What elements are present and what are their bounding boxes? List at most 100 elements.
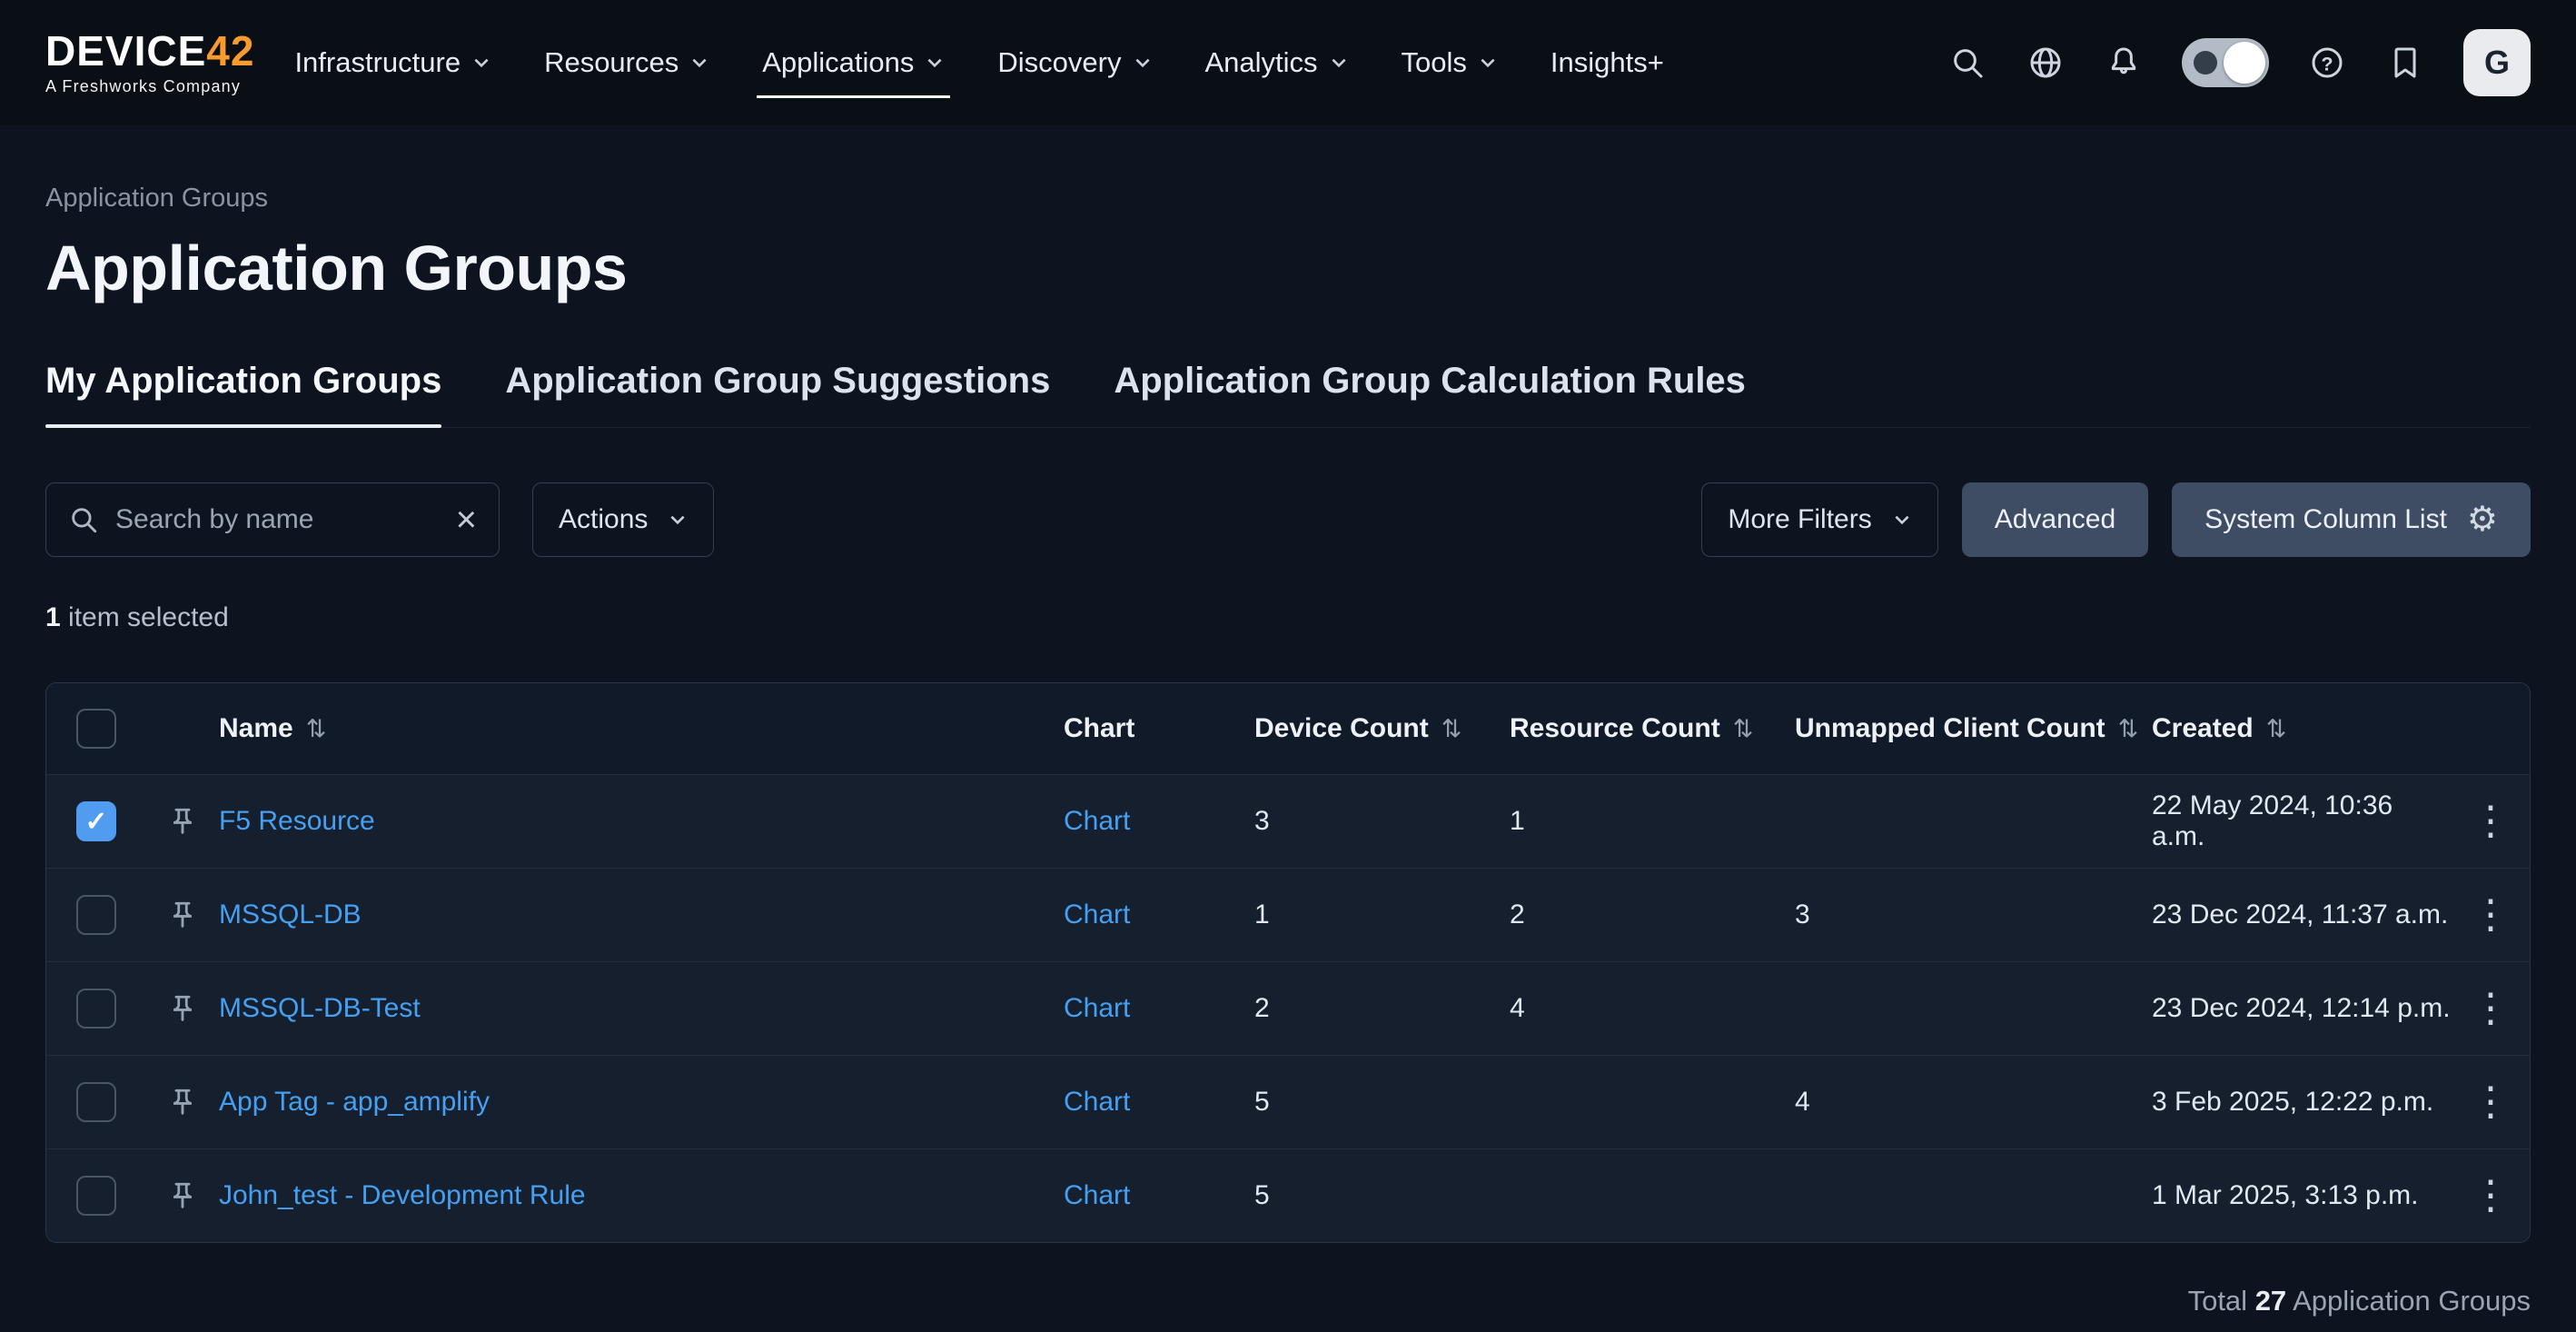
nav-infrastructure[interactable]: Infrastructure: [294, 0, 491, 125]
row-checkbox[interactable]: ✓: [76, 895, 116, 935]
total-prefix: Total: [2188, 1285, 2255, 1317]
search-icon: [68, 504, 99, 535]
chart-link[interactable]: Chart: [1064, 1180, 1130, 1210]
kebab-menu-icon[interactable]: ⋮: [2462, 989, 2520, 1029]
device-count-cell: 5: [1254, 1180, 1510, 1211]
search-input[interactable]: [115, 504, 440, 535]
more-filters-label: More Filters: [1728, 504, 1871, 535]
gear-icon: ⚙: [2467, 502, 2498, 537]
row-checkbox[interactable]: ✓: [76, 1082, 116, 1122]
search-box: ×: [45, 482, 500, 557]
header-unmapped-client-count[interactable]: Unmapped Client Count⇅: [1795, 713, 2152, 744]
help-icon[interactable]: ?: [2307, 43, 2347, 83]
group-name-link[interactable]: F5 Resource: [219, 806, 375, 836]
sort-icon[interactable]: ⇅: [1733, 715, 1754, 742]
clear-search-icon[interactable]: ×: [456, 502, 477, 538]
theme-toggle[interactable]: [2182, 38, 2269, 87]
nav-discovery[interactable]: Discovery: [997, 0, 1152, 125]
nav-applications[interactable]: Applications: [762, 0, 945, 125]
brand-wordmark: DEVICE42: [45, 30, 254, 72]
moon-icon: [2194, 51, 2217, 75]
chevron-down-icon: [1892, 510, 1912, 530]
globe-icon[interactable]: [2026, 43, 2066, 83]
brand-42: 42: [206, 27, 254, 75]
total-count: Total 27 Application Groups: [45, 1285, 2531, 1317]
bell-icon[interactable]: [2104, 43, 2144, 83]
tab-my-application-groups[interactable]: My Application Groups: [45, 361, 441, 427]
pin-icon[interactable]: [164, 803, 201, 840]
filter-row: × Actions More Filters Advanced System C…: [45, 482, 2531, 557]
group-name-link[interactable]: John_test - Development Rule: [219, 1180, 586, 1210]
brand-logo[interactable]: DEVICE42 A Freshworks Company: [45, 30, 254, 96]
chart-link[interactable]: Chart: [1064, 900, 1130, 929]
header-name[interactable]: Name⇅: [219, 713, 1064, 744]
pin-icon[interactable]: [164, 1084, 201, 1120]
nav-label: Discovery: [997, 46, 1121, 79]
header-chart: Chart: [1064, 713, 1254, 744]
tab-bar: My Application Groups Application Group …: [45, 361, 2531, 428]
brand-tagline: A Freshworks Company: [45, 77, 254, 96]
nav-insights[interactable]: Insights+: [1551, 0, 1664, 125]
header-device-count[interactable]: Device Count⇅: [1254, 713, 1510, 744]
sort-icon[interactable]: ⇅: [2118, 715, 2139, 742]
svg-text:?: ?: [2321, 52, 2333, 75]
nav-label: Infrastructure: [294, 46, 461, 79]
group-name-link[interactable]: App Tag - app_amplify: [219, 1087, 490, 1117]
nav-label: Analytics: [1205, 46, 1318, 79]
group-name-link[interactable]: MSSQL-DB-Test: [219, 993, 421, 1023]
main-content: Application Groups Application Groups My…: [0, 184, 2576, 1317]
chart-link[interactable]: Chart: [1064, 1087, 1130, 1117]
table-row: ✓ F5 Resource Chart 3 1 22 May 2024, 10:…: [46, 774, 2530, 868]
sort-icon[interactable]: ⇅: [306, 715, 327, 742]
chevron-down-icon: [925, 53, 945, 73]
kebab-menu-icon[interactable]: ⋮: [2462, 1176, 2520, 1216]
kebab-menu-icon[interactable]: ⋮: [2462, 895, 2520, 935]
group-name-link[interactable]: MSSQL-DB: [219, 900, 362, 929]
chart-link[interactable]: Chart: [1064, 806, 1130, 836]
bookmark-icon[interactable]: [2385, 43, 2425, 83]
system-column-list-button[interactable]: System Column List ⚙: [2172, 482, 2531, 557]
selection-status: 1 item selected: [45, 602, 2531, 633]
nav-analytics[interactable]: Analytics: [1205, 0, 1349, 125]
more-filters-dropdown[interactable]: More Filters: [1701, 482, 1937, 557]
breadcrumb[interactable]: Application Groups: [45, 184, 2531, 214]
table-row: ✓ MSSQL-DB Chart 1 2 3 23 Dec 2024, 11:3…: [46, 868, 2530, 961]
row-checkbox[interactable]: ✓: [76, 989, 116, 1029]
sort-icon[interactable]: ⇅: [2266, 715, 2287, 742]
pin-icon[interactable]: [164, 990, 201, 1027]
header-created[interactable]: Created⇅: [2152, 713, 2452, 744]
device-count-cell: 5: [1254, 1087, 1510, 1118]
chart-link[interactable]: Chart: [1064, 993, 1130, 1023]
advanced-button[interactable]: Advanced: [1962, 482, 2148, 557]
select-all-checkbox[interactable]: ✓: [76, 709, 116, 749]
nav-resources[interactable]: Resources: [544, 0, 709, 125]
nav-label: Insights+: [1551, 46, 1664, 79]
check-icon: ✓: [84, 806, 107, 838]
page-title: Application Groups: [45, 232, 2531, 304]
application-groups-table: ✓ Name⇅ Chart Device Count⇅ Resource Cou…: [45, 682, 2531, 1243]
chevron-down-icon: [1133, 53, 1153, 73]
kebab-menu-icon[interactable]: ⋮: [2462, 801, 2520, 841]
row-checkbox[interactable]: ✓: [76, 801, 116, 841]
table-row: ✓ App Tag - app_amplify Chart 5 4 3 Feb …: [46, 1055, 2530, 1148]
tab-application-group-calculation-rules[interactable]: Application Group Calculation Rules: [1114, 361, 1746, 427]
sort-icon[interactable]: ⇅: [1442, 715, 1462, 742]
search-icon[interactable]: [1947, 43, 1987, 83]
pin-icon[interactable]: [164, 897, 201, 933]
device-count-cell: 3: [1254, 806, 1510, 837]
pin-icon[interactable]: [164, 1178, 201, 1214]
header-resource-count[interactable]: Resource Count⇅: [1510, 713, 1795, 744]
created-cell: 23 Dec 2024, 12:14 p.m.: [2152, 993, 2452, 1024]
row-checkbox[interactable]: ✓: [76, 1176, 116, 1216]
total-suffix: Application Groups: [2286, 1285, 2531, 1317]
created-cell: 1 Mar 2025, 3:13 p.m.: [2152, 1180, 2452, 1211]
nav-label: Resources: [544, 46, 679, 79]
brand-device: DEVICE: [45, 27, 206, 75]
actions-dropdown[interactable]: Actions: [532, 482, 714, 557]
chevron-down-icon: [1329, 53, 1349, 73]
avatar[interactable]: G: [2463, 29, 2531, 96]
tab-application-group-suggestions[interactable]: Application Group Suggestions: [505, 361, 1050, 427]
nav-label: Tools: [1402, 46, 1467, 79]
kebab-menu-icon[interactable]: ⋮: [2462, 1082, 2520, 1122]
nav-tools[interactable]: Tools: [1402, 0, 1498, 125]
